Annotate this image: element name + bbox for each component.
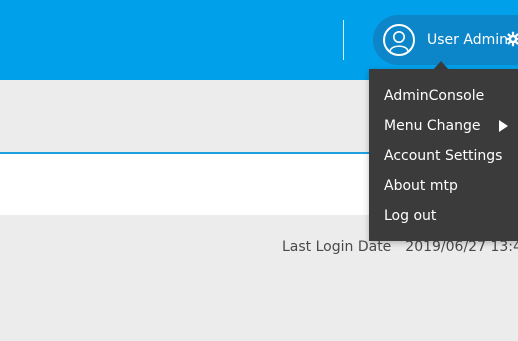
user-circle-icon (383, 24, 415, 56)
user-menu-button[interactable]: User Admin (373, 15, 518, 65)
gear-icon[interactable] (505, 31, 518, 47)
last-login-label: Last Login Date (282, 239, 392, 255)
user-dropdown-menu: AdminConsole Menu Change Account Setting… (369, 69, 518, 241)
app-page: User Admin Last Login Date 2019/06/27 13… (0, 0, 518, 341)
menu-item-account-settings[interactable]: Account Settings (384, 146, 502, 166)
user-name-label: User Admin (427, 32, 508, 48)
header-divider (343, 20, 344, 60)
menu-item-log-out[interactable]: Log out (384, 206, 436, 226)
menu-item-admin-console[interactable]: AdminConsole (384, 86, 484, 106)
submenu-arrow-icon (499, 120, 508, 132)
menu-item-menu-change[interactable]: Menu Change (384, 116, 481, 136)
last-login-value: 2019/06/27 13:41:2 (405, 239, 518, 255)
menu-item-about-mtp[interactable]: About mtp (384, 176, 458, 196)
